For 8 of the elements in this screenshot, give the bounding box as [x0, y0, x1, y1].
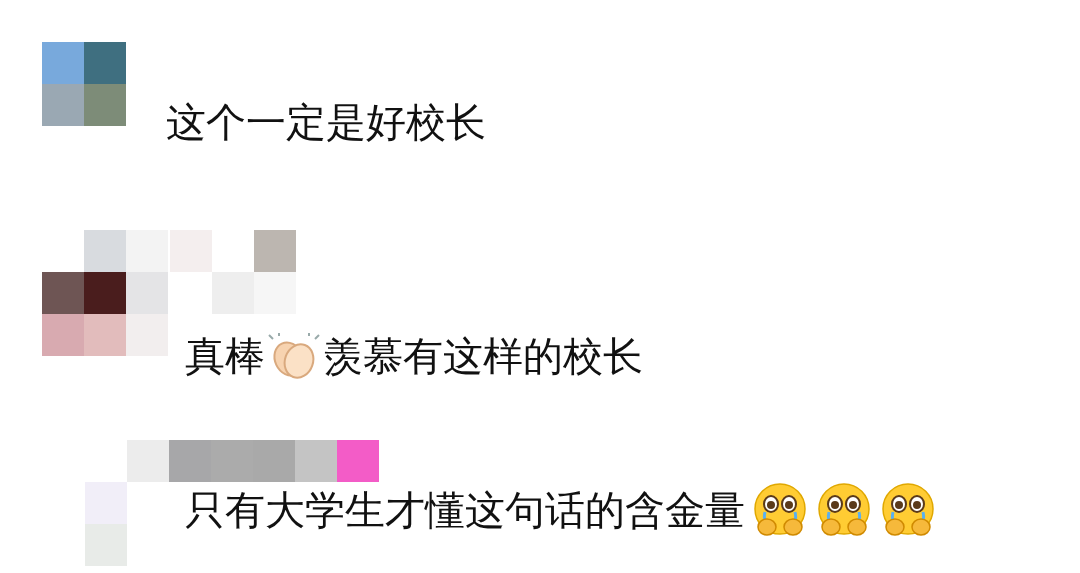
- comment-text: 真棒: [185, 332, 265, 380]
- teary-face-icon: [751, 482, 809, 538]
- clapping-hands-icon: [265, 333, 323, 379]
- comment-text: 这个一定是好校长: [166, 98, 486, 146]
- comment-text: 只有大学生才懂这句话的含金量: [185, 486, 745, 534]
- teary-face-icon: [815, 482, 873, 538]
- teary-face-icon: [879, 482, 937, 538]
- comment-text: 羡慕有这样的校长: [323, 332, 643, 380]
